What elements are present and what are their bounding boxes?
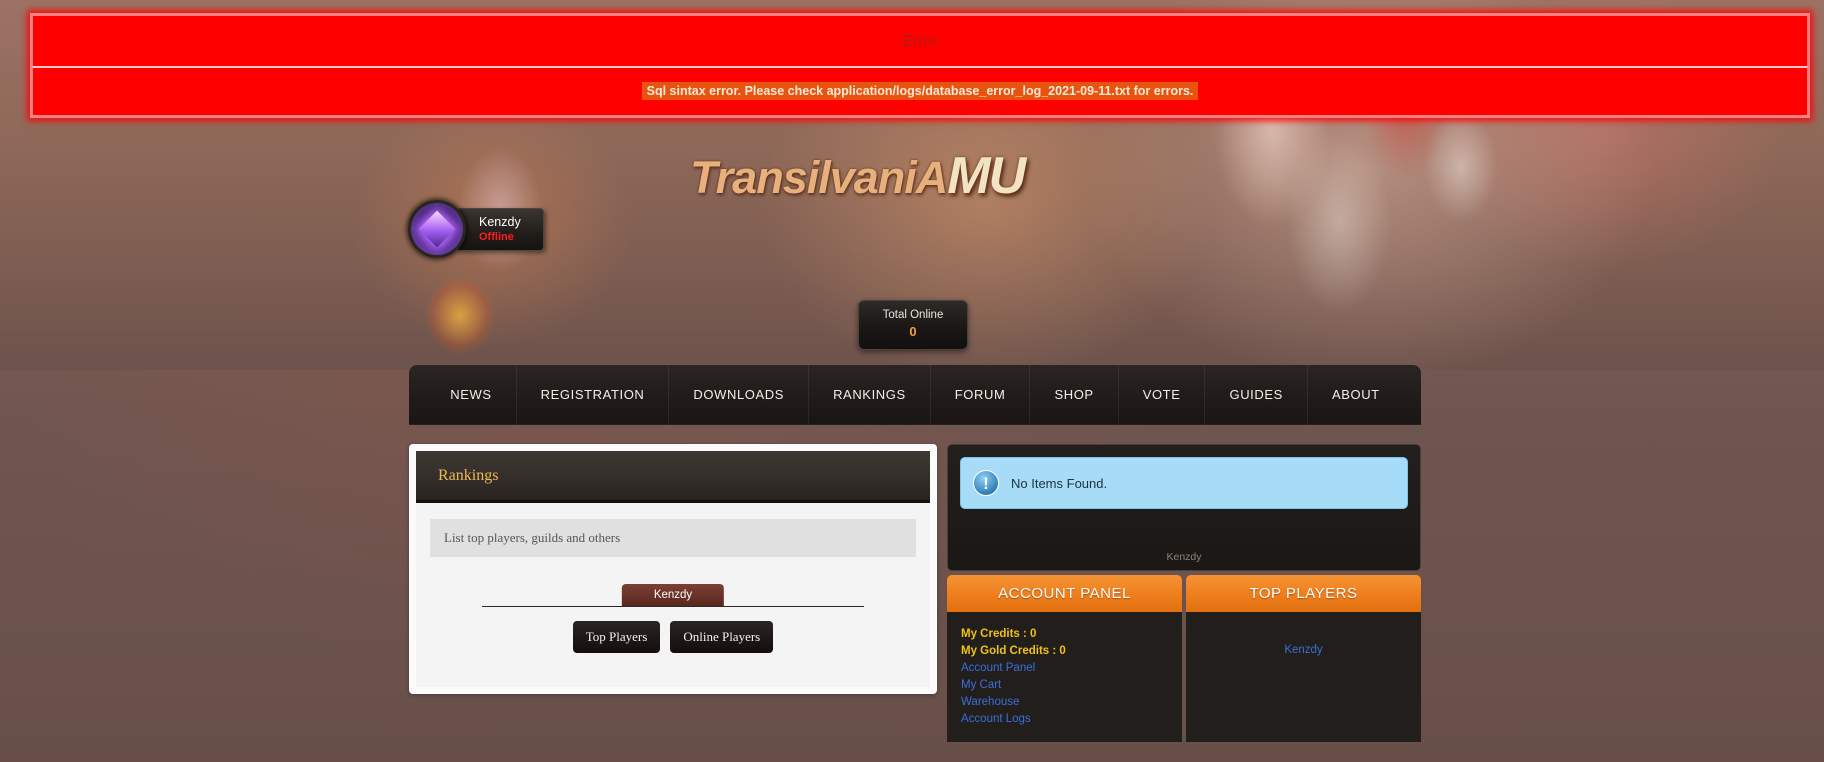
page-root: Error Sql sintax error. Please check app… <box>0 0 1824 762</box>
page-title: Rankings <box>438 466 499 484</box>
link-my-cart[interactable]: My Cart <box>961 677 1168 694</box>
sidebar: ! No Items Found. Kenzdy ACCOUNT PANEL M… <box>947 444 1421 742</box>
nav-item-guides[interactable]: GUIDES <box>1205 365 1308 425</box>
error-message: Sql sintax error. Please check applicati… <box>641 81 1199 100</box>
top-players-title: TOP PLAYERS <box>1186 575 1421 612</box>
hero-flame-effect <box>400 255 520 365</box>
link-account-panel[interactable]: Account Panel <box>961 660 1168 677</box>
main-navigation: NEWS REGISTRATION DOWNLOADS RANKINGS FOR… <box>409 365 1421 425</box>
top-player-link[interactable]: Kenzdy <box>1200 644 1407 656</box>
no-items-alert: ! No Items Found. <box>960 457 1408 509</box>
rankings-panel: Rankings List top players, guilds and ot… <box>409 444 937 694</box>
rankings-panel-body: List top players, guilds and others Kenz… <box>416 503 930 687</box>
tab-kenzdy[interactable]: Kenzdy <box>621 584 725 606</box>
nav-item-registration[interactable]: REGISTRATION <box>517 365 670 425</box>
total-online-value: 0 <box>909 324 917 339</box>
rankings-subtitle: List top players, guilds and others <box>430 519 916 557</box>
player-status-badge: Offline <box>479 230 514 243</box>
alert-text: No Items Found. <box>1011 475 1108 491</box>
top-players-button[interactable]: Top Players <box>572 621 661 653</box>
alert-container: ! No Items Found. Kenzdy <box>947 444 1421 571</box>
account-panel-widget: ACCOUNT PANEL My Credits : 0 My Gold Cre… <box>947 575 1182 742</box>
top-players-body: Kenzdy <box>1186 612 1421 742</box>
my-gold-credits-value: My Gold Credits : 0 <box>961 645 1066 657</box>
rankings-tabs: Kenzdy <box>482 583 864 607</box>
nav-item-rankings[interactable]: RANKINGS <box>809 365 931 425</box>
top-players-widget: TOP PLAYERS Kenzdy <box>1186 575 1421 742</box>
nav-item-news[interactable]: NEWS <box>426 365 517 425</box>
rankings-panel-header: Rankings <box>416 451 930 503</box>
error-banner: Error Sql sintax error. Please check app… <box>30 13 1810 118</box>
logo-text: TransilvaniA <box>690 152 948 203</box>
logo-suffix: MU <box>947 147 1026 205</box>
player-info: Kenzdy Offline <box>456 207 544 251</box>
nav-item-forum[interactable]: FORUM <box>931 365 1031 425</box>
nav-item-about[interactable]: ABOUT <box>1308 365 1404 425</box>
error-title: Error <box>33 16 1807 68</box>
link-account-logs[interactable]: Account Logs <box>961 711 1168 728</box>
crystal-avatar-icon <box>408 200 466 258</box>
info-exclamation-icon: ! <box>973 470 999 496</box>
player-badge[interactable]: Kenzdy Offline <box>408 200 544 258</box>
online-players-button[interactable]: Online Players <box>670 621 774 653</box>
account-panel-title: ACCOUNT PANEL <box>947 575 1182 612</box>
nav-item-shop[interactable]: SHOP <box>1030 365 1119 425</box>
total-online-box: Total Online 0 <box>858 300 968 350</box>
account-panel-body: My Credits : 0 My Gold Credits : 0 Accou… <box>947 612 1182 742</box>
nav-item-downloads[interactable]: DOWNLOADS <box>669 365 810 425</box>
player-name: Kenzdy <box>479 214 521 229</box>
sidebar-widgets: ACCOUNT PANEL My Credits : 0 My Gold Cre… <box>947 575 1421 742</box>
alert-footnote: Kenzdy <box>1166 551 1202 563</box>
site-logo[interactable]: TransilvaniAMU <box>690 146 1026 206</box>
rankings-button-row: Top Players Online Players <box>430 621 916 653</box>
my-credits-value: My Credits : 0 <box>961 628 1037 640</box>
error-body: Sql sintax error. Please check applicati… <box>33 68 1807 113</box>
nav-item-vote[interactable]: VOTE <box>1119 365 1206 425</box>
total-online-label: Total Online <box>882 309 944 321</box>
link-warehouse[interactable]: Warehouse <box>961 694 1168 711</box>
